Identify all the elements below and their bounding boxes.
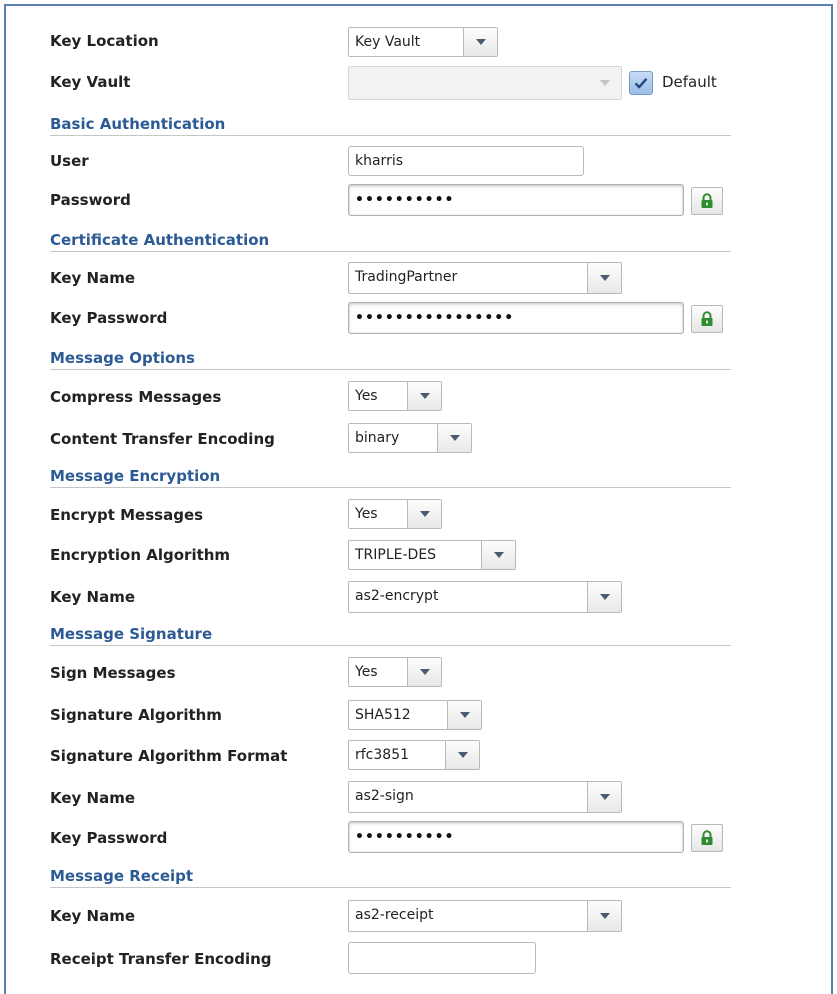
section-title: Message Receipt <box>50 867 194 885</box>
content-transfer-encoding-select[interactable]: binary <box>348 423 472 453</box>
signature-algorithm-label: Signature Algorithm <box>50 706 222 724</box>
lock-icon <box>701 311 713 326</box>
sign-messages-value: Yes <box>355 664 378 680</box>
encryption-algorithm-dropdown-button[interactable] <box>481 541 515 569</box>
compress-messages-value: Yes <box>355 388 378 404</box>
sign-messages-label: Sign Messages <box>50 664 176 682</box>
key-location-dropdown-button[interactable] <box>463 28 497 56</box>
chevron-down-icon <box>493 552 504 558</box>
receipt-key-name-dropdown-button[interactable] <box>587 901 621 931</box>
signature-key-name-label: Key Name <box>50 789 136 807</box>
section-title: Message Options <box>50 349 195 367</box>
cert-key-password-input[interactable]: •••••••••••••••• <box>348 302 684 334</box>
signature-algorithm-format-label: Signature Algorithm Format <box>50 747 288 765</box>
section-basic-authentication: Basic Authentication <box>50 114 731 136</box>
section-title: Message Encryption <box>50 467 221 485</box>
chevron-down-icon <box>599 913 610 919</box>
section-title: Certificate Authentication <box>50 231 270 249</box>
signature-algorithm-select[interactable]: SHA512 <box>348 700 482 730</box>
compress-messages-select[interactable]: Yes <box>348 381 442 411</box>
content-transfer-encoding-value: binary <box>355 430 400 446</box>
chevron-down-icon <box>419 669 430 675</box>
cert-key-name-dropdown-button[interactable] <box>587 263 621 293</box>
section-message-encryption: Message Encryption <box>50 466 731 488</box>
encryption-algorithm-select[interactable]: TRIPLE-DES <box>348 540 516 570</box>
encrypt-messages-label: Encrypt Messages <box>50 506 204 524</box>
sign-messages-select[interactable]: Yes <box>348 657 442 687</box>
section-title: Message Signature <box>50 625 213 643</box>
key-location-value: Key Vault <box>355 34 421 50</box>
chevron-down-icon <box>599 794 610 800</box>
receipt-transfer-encoding-label: Receipt Transfer Encoding <box>50 950 272 968</box>
lock-icon <box>701 193 713 208</box>
chevron-down-icon <box>449 435 460 441</box>
encryption-algorithm-label: Encryption Algorithm <box>50 546 231 564</box>
cert-key-name-select[interactable]: TradingPartner <box>348 262 622 294</box>
signature-algorithm-value: SHA512 <box>355 707 411 723</box>
sign-messages-dropdown-button[interactable] <box>407 658 441 686</box>
encrypt-messages-select[interactable]: Yes <box>348 499 442 529</box>
receipt-transfer-encoding-input[interactable] <box>348 942 536 974</box>
chevron-down-icon <box>457 752 468 758</box>
key-vault-label: Key Vault <box>50 73 131 91</box>
signature-key-password-lock-button[interactable] <box>691 824 723 852</box>
signature-algorithm-format-select[interactable]: rfc3851 <box>348 740 480 770</box>
receipt-key-name-label: Key Name <box>50 907 136 925</box>
signature-key-password-input[interactable]: •••••••••• <box>348 821 684 853</box>
encryption-key-name-value: as2-encrypt <box>355 588 439 604</box>
chevron-down-icon <box>459 712 470 718</box>
signature-algorithm-format-dropdown-button[interactable] <box>445 741 479 769</box>
key-vault-dropdown-button[interactable] <box>587 67 621 99</box>
encryption-key-name-label: Key Name <box>50 588 136 606</box>
key-vault-select[interactable] <box>348 66 622 100</box>
signature-key-name-select[interactable]: as2-sign <box>348 781 622 813</box>
chevron-down-icon <box>419 393 430 399</box>
receipt-key-name-select[interactable]: as2-receipt <box>348 900 622 932</box>
section-message-receipt: Message Receipt <box>50 866 731 888</box>
section-message-options: Message Options <box>50 348 731 370</box>
cert-key-name-label: Key Name <box>50 269 136 287</box>
user-input[interactable]: kharris <box>348 146 584 176</box>
encryption-algorithm-value: TRIPLE-DES <box>355 547 437 563</box>
chevron-down-icon <box>599 275 610 281</box>
content-transfer-encoding-label: Content Transfer Encoding <box>50 430 275 448</box>
chevron-down-icon <box>419 511 430 517</box>
key-vault-value <box>349 67 587 99</box>
chevron-down-icon <box>599 80 610 86</box>
settings-panel: Key Location Key Vault Key Vault Default… <box>4 4 833 994</box>
key-location-select[interactable]: Key Vault <box>348 27 498 57</box>
content-transfer-encoding-dropdown-button[interactable] <box>437 424 471 452</box>
signature-key-name-value: as2-sign <box>355 788 414 804</box>
password-label: Password <box>50 191 131 209</box>
password-lock-button[interactable] <box>691 187 723 215</box>
default-checkbox[interactable] <box>629 71 653 95</box>
key-location-label: Key Location <box>50 32 159 50</box>
encryption-key-name-dropdown-button[interactable] <box>587 582 621 612</box>
cert-key-password-lock-button[interactable] <box>691 305 723 333</box>
receipt-key-name-value: as2-receipt <box>355 907 434 923</box>
encryption-key-name-select[interactable]: as2-encrypt <box>348 581 622 613</box>
chevron-down-icon <box>599 594 610 600</box>
signature-algorithm-format-value: rfc3851 <box>355 747 410 763</box>
cert-key-name-value: TradingPartner <box>355 269 458 285</box>
lock-icon <box>701 830 713 845</box>
signature-algorithm-dropdown-button[interactable] <box>447 701 481 729</box>
cert-key-password-label: Key Password <box>50 309 168 327</box>
section-certificate-authentication: Certificate Authentication <box>50 230 731 252</box>
checkmark-icon <box>634 78 648 89</box>
password-input[interactable]: •••••••••• <box>348 184 684 216</box>
section-title: Basic Authentication <box>50 115 226 133</box>
encrypt-messages-value: Yes <box>355 506 378 522</box>
compress-messages-label: Compress Messages <box>50 388 222 406</box>
signature-key-password-label: Key Password <box>50 829 168 847</box>
encrypt-messages-dropdown-button[interactable] <box>407 500 441 528</box>
section-message-signature: Message Signature <box>50 624 731 646</box>
chevron-down-icon <box>475 39 486 45</box>
compress-messages-dropdown-button[interactable] <box>407 382 441 410</box>
user-label: User <box>50 152 89 170</box>
signature-key-name-dropdown-button[interactable] <box>587 782 621 812</box>
default-checkbox-label: Default <box>662 73 717 91</box>
